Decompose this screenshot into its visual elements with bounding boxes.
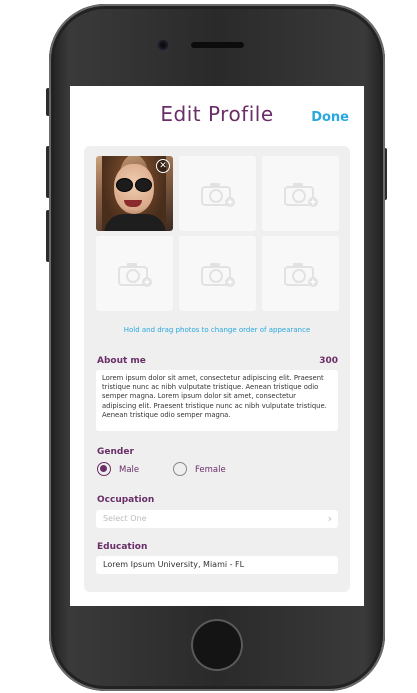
gender-male-label: Male xyxy=(119,465,140,475)
about-char-count: 300 xyxy=(319,356,338,366)
profile-panel: ✕ Hold and drag photos to change order o… xyxy=(84,146,350,592)
home-button xyxy=(191,619,243,671)
empty-photo-slot[interactable] xyxy=(179,156,256,231)
add-photo-camera-icon xyxy=(283,182,318,207)
front-camera xyxy=(158,40,168,50)
app-screen: Edit Profile Done ✕ Hold and drag photos… xyxy=(70,86,364,606)
education-label: Education xyxy=(97,542,148,552)
occupation-select[interactable]: Select One › xyxy=(96,510,338,528)
about-me-label: About me xyxy=(97,356,146,366)
add-photo-camera-icon xyxy=(200,182,235,207)
gender-male-radio[interactable] xyxy=(97,462,111,476)
empty-photo-slot[interactable] xyxy=(179,236,256,311)
gender-female-label: Female xyxy=(195,465,226,475)
done-button[interactable]: Done xyxy=(311,110,349,125)
about-me-textarea[interactable]: Lorem ipsum dolor sit amet, consectetur … xyxy=(96,370,338,431)
occupation-placeholder: Select One xyxy=(103,514,147,523)
photo-tile[interactable]: ✕ xyxy=(96,156,173,231)
profile-photo-shirt xyxy=(104,214,166,231)
chevron-right-icon: › xyxy=(327,512,332,525)
education-value: Lorem Ipsum University, Miami - FL xyxy=(103,560,245,569)
empty-photo-slot[interactable] xyxy=(262,156,339,231)
add-photo-camera-icon xyxy=(200,262,235,287)
education-field[interactable]: Lorem Ipsum University, Miami - FL xyxy=(96,556,338,574)
empty-photo-slot[interactable] xyxy=(262,236,339,311)
add-photo-camera-icon xyxy=(117,262,152,287)
empty-photo-slot[interactable] xyxy=(96,236,173,311)
remove-photo-icon[interactable]: ✕ xyxy=(156,159,170,173)
photo-order-hint: Hold and drag photos to change order of … xyxy=(123,326,311,334)
add-photo-camera-icon xyxy=(283,262,318,287)
earpiece-speaker xyxy=(191,42,244,48)
gender-label: Gender xyxy=(97,447,134,457)
profile-photo-sunglasses xyxy=(116,178,152,192)
occupation-label: Occupation xyxy=(97,495,155,505)
gender-female-radio[interactable] xyxy=(173,462,187,476)
